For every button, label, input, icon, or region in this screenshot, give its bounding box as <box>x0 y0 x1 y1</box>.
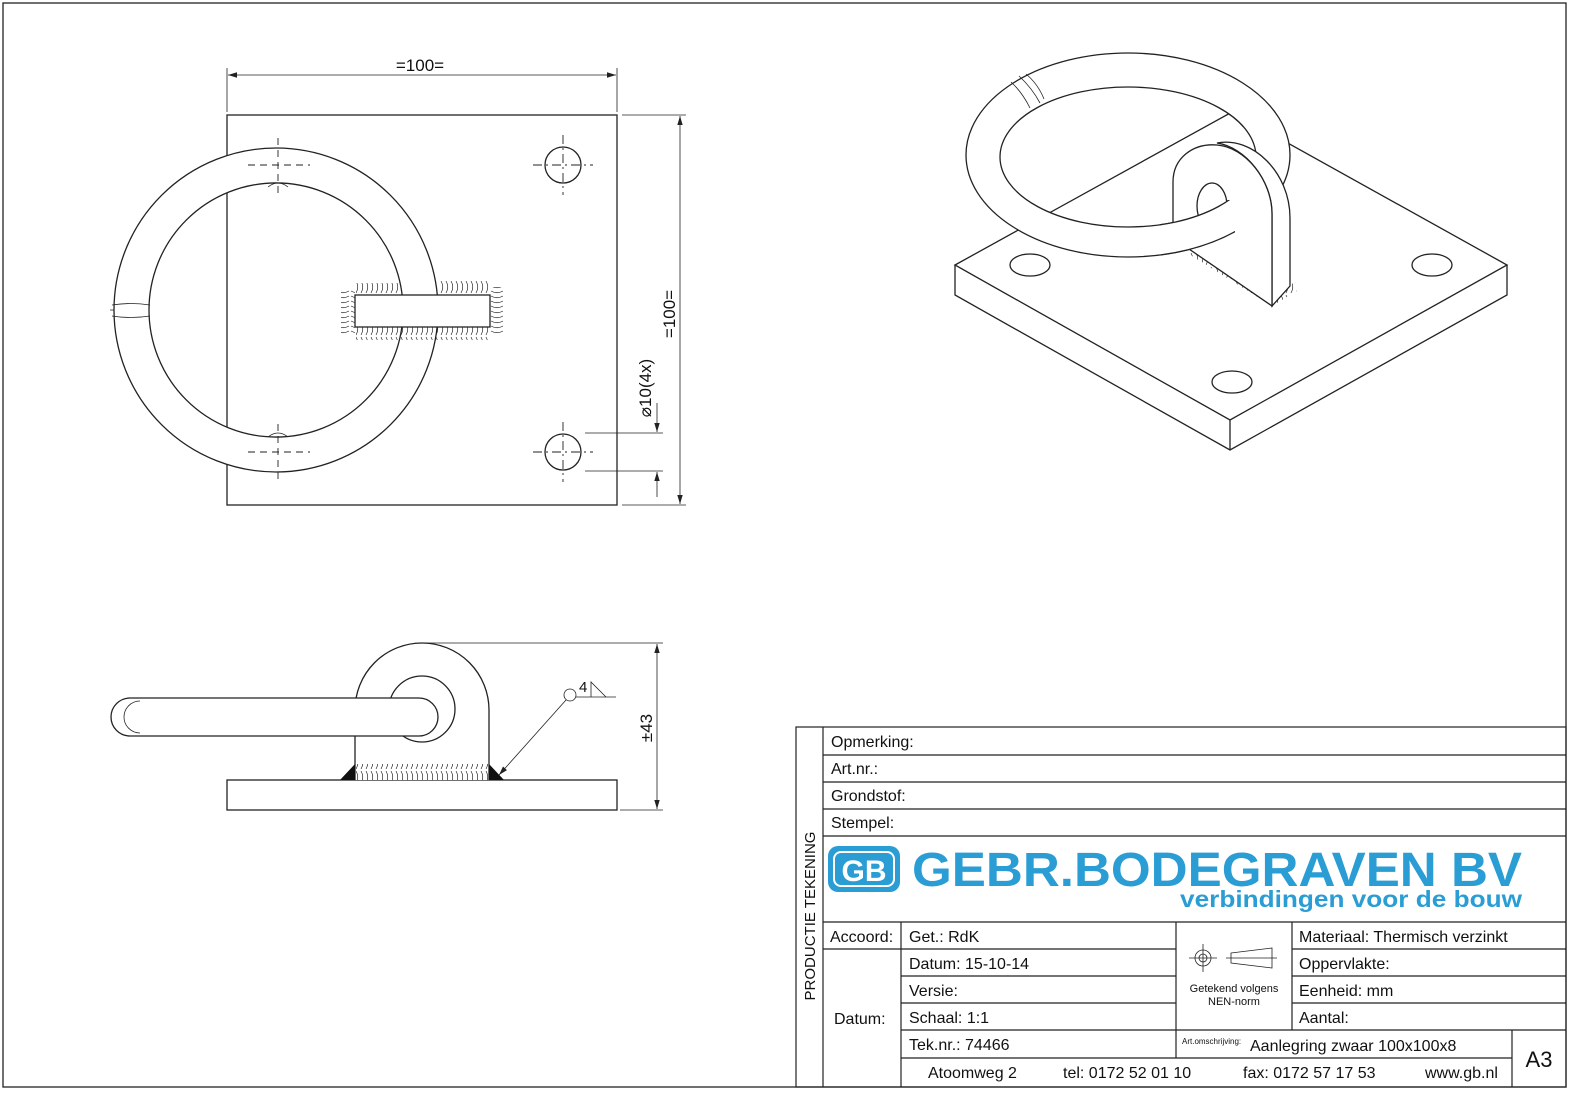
dim-hole-extensions <box>585 432 663 472</box>
field-accoord: Accoord: <box>830 929 893 946</box>
vertical-label: PRODUCTIE TEKENING <box>802 832 819 1001</box>
isometric-view <box>953 52 1509 451</box>
field-art-omschrijving: Aanlegring zwaar 100x100x8 <box>1250 1038 1456 1055</box>
weld-fillet-symbol <box>590 681 607 698</box>
side-view-weld-band <box>356 764 489 780</box>
side-view-plate <box>226 779 618 811</box>
company-tagline: verbindingen voor de bouw <box>1180 886 1522 912</box>
field-stempel: Stempel: <box>831 815 894 832</box>
footer-address: Atoomweg 2 <box>928 1065 1017 1082</box>
projection-cross-icon <box>1189 944 1217 972</box>
hole-top-right-centerlines <box>533 135 593 195</box>
weld-right-band <box>490 287 503 333</box>
field-grondstof: Grondstof: <box>831 788 906 805</box>
weld-left-band <box>341 290 355 334</box>
field-art-nr: Art.nr.: <box>831 761 878 778</box>
field-datum-label: Datum: <box>834 1011 886 1028</box>
dim-height-label: =100= <box>660 290 679 338</box>
field-tek-nr: Tek.nr.: 74466 <box>909 1037 1010 1054</box>
technical-drawing-sheet: =100= =100= ⌀10(4x) ±43 4 PRODUCTIE TEKE… <box>2 2 1567 1088</box>
field-opmerking: Opmerking: <box>831 734 914 751</box>
weld-fillet-left <box>340 764 355 780</box>
sheet-format: A3 <box>1526 1047 1553 1072</box>
field-datum: Datum: 15-10-14 <box>909 956 1029 973</box>
weld-top-band <box>440 281 490 295</box>
footer-fax: fax: 0172 57 17 53 <box>1243 1065 1376 1082</box>
field-materiaal: Materiaal: Thermisch verzinkt <box>1299 929 1508 946</box>
weld-bottom-band <box>356 327 490 340</box>
norm-line-2: NEN-norm <box>1208 996 1260 1008</box>
hole-bottom-right-centerlines <box>533 422 593 482</box>
weld-leader <box>498 699 567 776</box>
ring-contact-marks <box>267 182 289 438</box>
projection-cone-icon <box>1226 947 1277 969</box>
top-view-lug <box>354 294 491 328</box>
weld-symbol-circle <box>563 688 577 702</box>
field-versie: Versie: <box>909 983 958 1000</box>
logo-icon-text: GB <box>842 855 887 888</box>
field-aantal: Aantal: <box>1299 1010 1349 1027</box>
field-get: Get.: RdK <box>909 929 980 946</box>
company-logo: GB GEBR.BODEGRAVEN BV verbindingen voor … <box>828 844 1522 912</box>
field-oppervlakte: Oppervlakte: <box>1299 956 1390 973</box>
field-eenheid: Eenheid: mm <box>1299 983 1393 1000</box>
field-schaal: Schaal: 1:1 <box>909 1010 989 1027</box>
side-view: ±43 4 <box>110 642 663 811</box>
field-art-omschrijving-label: Art.omschrijving: <box>1182 1037 1241 1046</box>
footer-tel: tel: 0172 52 01 10 <box>1063 1065 1191 1082</box>
projection-symbol <box>1189 944 1277 972</box>
weld-top-left-band <box>356 283 400 295</box>
norm-line-1: Getekend volgens <box>1190 983 1279 995</box>
title-block: PRODUCTIE TEKENING Opmerking: Art.nr.: G… <box>795 726 1567 1088</box>
footer-web: www.gb.nl <box>1424 1065 1498 1082</box>
dim-side-label: ±43 <box>637 714 656 742</box>
top-view: =100= =100= ⌀10(4x) <box>110 56 686 506</box>
weld-size-label: 4 <box>579 679 587 696</box>
dim-width-label: =100= <box>396 56 444 75</box>
side-view-ring-bar <box>110 697 439 737</box>
dim-hole-label: ⌀10(4x) <box>636 359 655 417</box>
